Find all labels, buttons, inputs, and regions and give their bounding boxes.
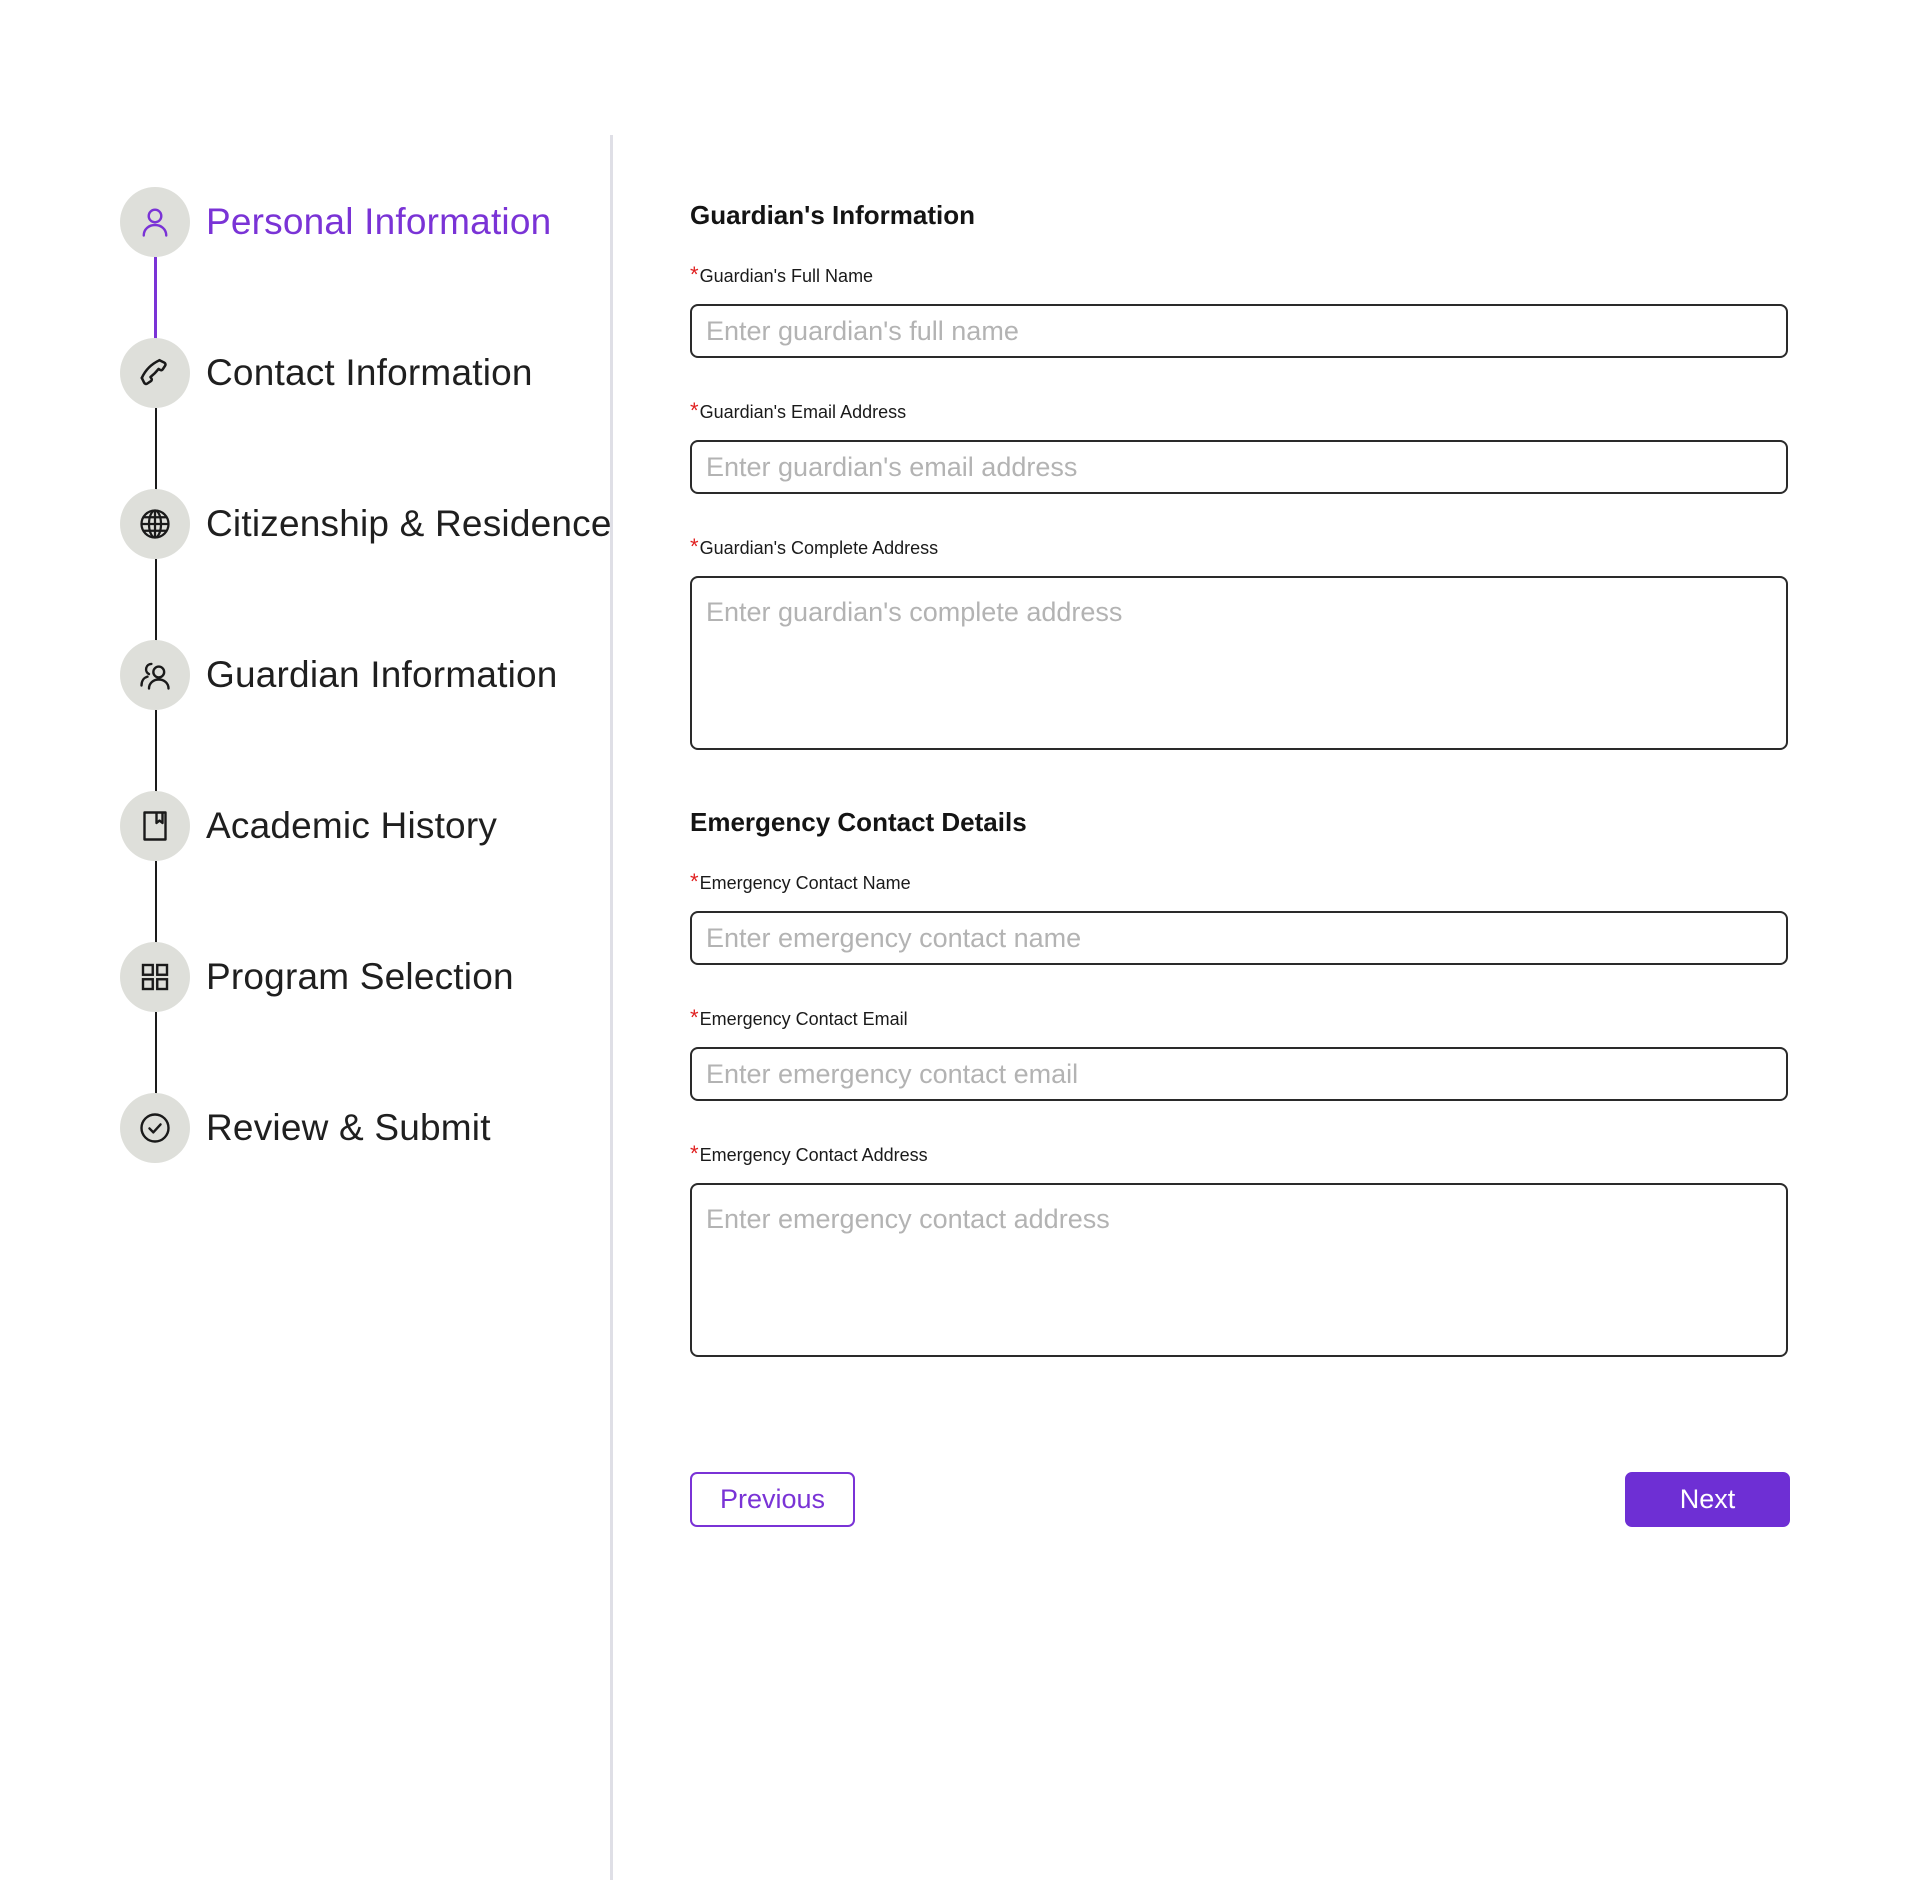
required-marker: * [690, 1141, 699, 1166]
emergency-address-textarea[interactable] [690, 1183, 1788, 1357]
step-academic-history[interactable]: Academic History [120, 791, 497, 861]
step-connector [155, 559, 157, 642]
emergency-email-label: *Emergency Contact Email [690, 1005, 908, 1031]
step-connector [155, 861, 157, 944]
step-label: Guardian Information [206, 654, 558, 695]
emergency-name-input[interactable] [690, 911, 1788, 965]
emergency-section-title: Emergency Contact Details [690, 807, 1027, 837]
users-icon [140, 662, 170, 690]
check-circle-icon [140, 1113, 170, 1143]
required-marker: * [690, 398, 699, 423]
globe-icon [140, 509, 170, 539]
step-circle [120, 942, 190, 1012]
step-label: Citizenship & Residence [206, 503, 612, 544]
required-marker: * [690, 869, 699, 894]
field-label-text: Guardian's Complete Address [699, 538, 939, 558]
field-label-text: Emergency Contact Address [699, 1145, 928, 1165]
step-connector [155, 408, 157, 491]
field-label-text: Guardian's Full Name [699, 266, 874, 286]
guardian-address-textarea[interactable] [690, 576, 1788, 750]
step-connector-active [154, 257, 157, 340]
user-icon [142, 208, 168, 237]
step-circle [120, 1093, 190, 1163]
grid-icon [141, 963, 169, 991]
step-review-submit[interactable]: Review & Submit [120, 1093, 491, 1163]
field-label-text: Emergency Contact Name [699, 873, 911, 893]
step-circle [120, 338, 190, 408]
step-circle [120, 489, 190, 559]
guardian-email-input[interactable] [690, 440, 1788, 494]
step-connector [155, 710, 157, 793]
step-circle [120, 187, 190, 257]
required-marker: * [690, 534, 699, 559]
step-label: Academic History [206, 805, 498, 846]
step-label: Personal Information [206, 201, 552, 242]
step-connector [155, 1012, 157, 1095]
step-guardian-information[interactable]: Guardian Information [120, 640, 558, 710]
emergency-name-label: *Emergency Contact Name [690, 869, 911, 895]
step-citizenship-residence[interactable]: Citizenship & Residence [120, 489, 612, 559]
emergency-email-input[interactable] [690, 1047, 1788, 1101]
step-label: Contact Information [206, 352, 533, 393]
step-sidebar: Personal Information Contact Information… [0, 0, 612, 1880]
guardian-section-title: Guardian's Information [690, 200, 975, 230]
guardian-email-label: *Guardian's Email Address [690, 398, 906, 424]
emergency-address-label: *Emergency Contact Address [690, 1141, 928, 1167]
phone-icon [140, 358, 167, 386]
guardian-full-name-label: *Guardian's Full Name [690, 262, 873, 288]
sidebar-divider [610, 135, 613, 1880]
field-label-text: Guardian's Email Address [699, 402, 907, 422]
step-contact-information[interactable]: Contact Information [120, 338, 533, 408]
step-circle [120, 640, 190, 710]
book-icon [143, 811, 167, 841]
step-label: Review & Submit [206, 1107, 491, 1148]
guardian-full-name-input[interactable] [690, 304, 1788, 358]
field-label-text: Emergency Contact Email [699, 1009, 908, 1029]
required-marker: * [690, 1005, 699, 1030]
step-label: Program Selection [206, 956, 514, 997]
step-program-selection[interactable]: Program Selection [120, 942, 514, 1012]
guardian-address-label: *Guardian's Complete Address [690, 534, 938, 560]
required-marker: * [690, 262, 699, 287]
step-personal-information[interactable]: Personal Information [120, 187, 551, 257]
previous-button[interactable]: Previous [690, 1472, 855, 1527]
next-button[interactable]: Next [1625, 1472, 1790, 1527]
step-circle [120, 791, 190, 861]
